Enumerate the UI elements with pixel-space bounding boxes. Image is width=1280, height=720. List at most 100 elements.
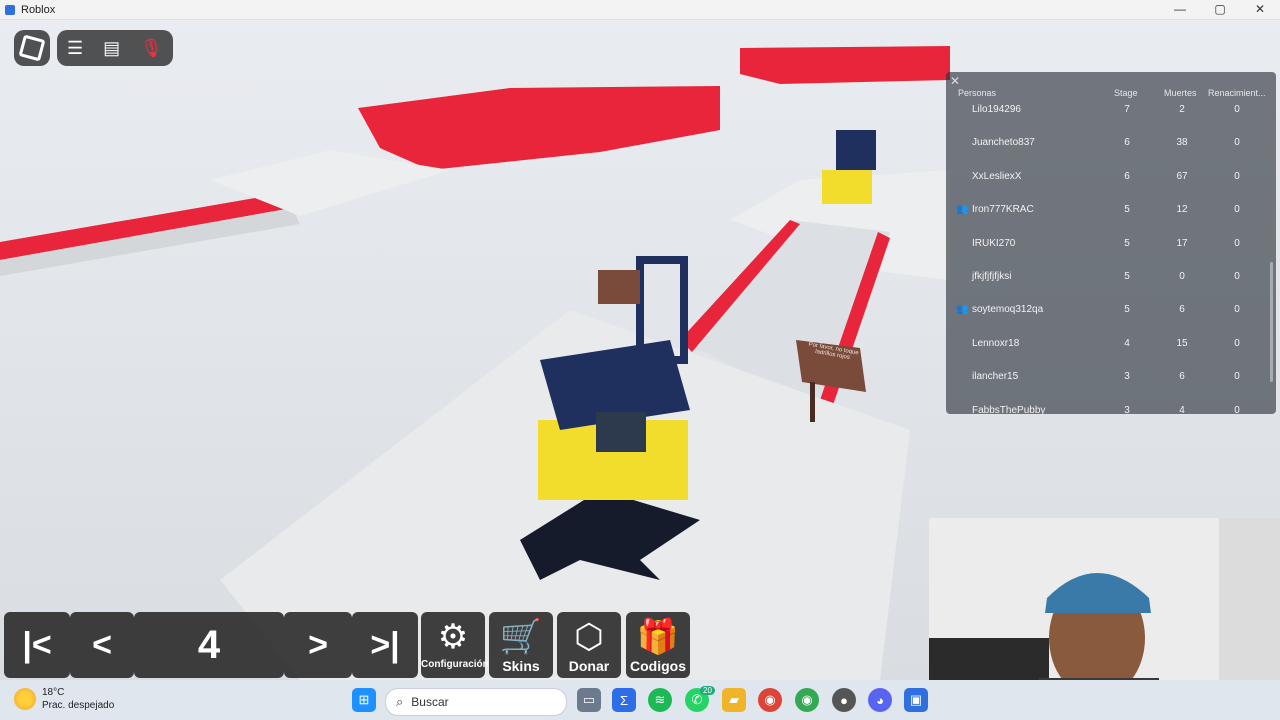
player-muertes: 17 — [1176, 237, 1188, 249]
roblox-taskbar-icon[interactable]: ▣ — [904, 688, 928, 712]
player-muertes: 6 — [1179, 304, 1185, 316]
player-muertes: 0 — [1179, 271, 1185, 282]
prev-stage-button[interactable]: < — [70, 612, 134, 678]
leaderboard-row[interactable]: Lennoxr18 4 15 0 — [946, 337, 1268, 370]
red-brick-block — [358, 86, 720, 170]
weather-widget[interactable]: 18°C Prac. despejado — [14, 686, 114, 712]
player-stage: 5 — [1124, 204, 1130, 216]
maximize-button[interactable]: ▢ — [1200, 0, 1240, 19]
header-renacimiento: Renacimient... — [1208, 88, 1266, 98]
whatsapp-badge: 20 — [700, 686, 715, 695]
player-renacimiento: 0 — [1234, 104, 1240, 115]
player-name: jfkjfjfjfjksi — [972, 271, 1012, 282]
player-stage: 5 — [1124, 304, 1130, 316]
player-stage: 3 — [1124, 371, 1130, 383]
player-muertes: 12 — [1176, 204, 1188, 216]
player-renacimiento: 0 — [1234, 204, 1240, 216]
player-muertes: 38 — [1176, 137, 1188, 149]
file-explorer-icon[interactable]: ▰ — [722, 688, 746, 712]
player-muertes: 67 — [1176, 170, 1188, 182]
windows-start-icon[interactable]: ⊞ — [352, 688, 376, 712]
player-stage: 4 — [1124, 337, 1130, 349]
player-name: Juancheto837 — [972, 137, 1035, 149]
donar-button[interactable]: ⬡ Donar — [557, 612, 621, 678]
cart-icon: 🛒 — [499, 618, 543, 656]
recorder-icon[interactable]: ● — [832, 688, 856, 712]
gear-icon: ⚙ — [437, 618, 469, 656]
robux-icon: ⬡ — [574, 618, 604, 656]
discord-icon[interactable]: ◕ — [868, 688, 892, 712]
leaderboard-row[interactable]: FabbsThePubby 3 4 0 — [946, 404, 1268, 414]
player-name: XxLesliexX — [972, 170, 1022, 182]
leaderboard-row[interactable]: 👥 soytemoq312qa 5 6 0 — [946, 303, 1268, 336]
player-renacimiento: 0 — [1234, 237, 1240, 249]
forklift-seat — [596, 412, 646, 452]
last-stage-button[interactable]: >| — [352, 612, 418, 678]
leaderboard-row[interactable]: IRUKI270 5 17 0 — [946, 237, 1268, 270]
first-stage-button[interactable]: |< — [4, 612, 70, 678]
codigos-label: Codigos — [630, 658, 686, 674]
sign-small — [598, 270, 640, 304]
config-button[interactable]: ⚙ Configuración — [421, 612, 489, 678]
player-name: IRUKI270 — [972, 237, 1016, 249]
leaderboard-row[interactable]: XxLesliexX 6 67 0 — [946, 170, 1268, 203]
task-view-icon[interactable]: ▭ — [577, 688, 601, 712]
player-renacimiento: 0 — [1234, 337, 1240, 349]
chrome-icon[interactable]: ◉ — [758, 688, 782, 712]
leaderboard-row[interactable]: Lilo194296 7 2 0 — [946, 103, 1268, 136]
roblox-app-icon — [5, 4, 15, 15]
leaderboard-scrollbar[interactable] — [1270, 262, 1273, 382]
player-muertes: 15 — [1176, 337, 1188, 349]
window-title: Roblox — [21, 3, 56, 16]
player-stage: 7 — [1124, 104, 1130, 115]
title-bar: Roblox — ▢ ✕ — [0, 0, 1280, 20]
friends-icon: 👥 — [956, 304, 969, 316]
forklift-far — [822, 170, 872, 204]
close-button[interactable]: ✕ — [1240, 0, 1280, 19]
hud-controls: ☰ ▤ 🎙 — [57, 30, 173, 66]
player-renacimiento: 0 — [1234, 304, 1240, 316]
player-stage: 6 — [1124, 170, 1130, 182]
next-stage-button[interactable]: > — [284, 612, 352, 678]
player-muertes: 2 — [1179, 104, 1185, 115]
player-name: ilancher15 — [972, 371, 1019, 383]
skins-label: Skins — [502, 658, 540, 674]
skins-button[interactable]: 🛒 Skins — [489, 612, 553, 678]
leaderboard-row[interactable]: ilancher15 3 6 0 — [946, 370, 1268, 403]
leaderboard-row[interactable]: jfkjfjfjfjksi 5 0 0 — [946, 270, 1268, 303]
player-name: Lennoxr18 — [972, 337, 1020, 349]
codigos-button[interactable]: 🎁 Codigos — [626, 612, 690, 678]
leaderboard: ✕ Personas Stage Muertes Renacimient... … — [946, 72, 1276, 414]
weather-icon — [14, 688, 36, 710]
player-renacimiento: 0 — [1234, 371, 1240, 383]
player-renacimiento: 0 — [1234, 404, 1240, 414]
chrome-profile-icon[interactable]: ◉ — [795, 688, 819, 712]
chat-icon[interactable]: ▤ — [103, 38, 120, 59]
header-stage: Stage — [1114, 88, 1138, 98]
app-sigma-icon[interactable]: Σ — [612, 688, 636, 712]
player-renacimiento: 0 — [1234, 170, 1240, 182]
weather-desc: Prac. despejado — [42, 700, 115, 711]
leaderboard-row[interactable]: 👥 Iron777KRAC 5 12 0 — [946, 203, 1268, 236]
leaderboard-row[interactable]: Juancheto837 6 38 0 — [946, 136, 1268, 169]
roblox-menu-button[interactable] — [14, 30, 50, 66]
hamburger-icon[interactable]: ☰ — [67, 38, 83, 59]
leaderboard-close-icon[interactable]: ✕ — [950, 74, 960, 88]
spotify-icon[interactable]: ≋ — [648, 688, 672, 712]
player-stage: 6 — [1124, 137, 1130, 149]
friends-icon: 👥 — [956, 204, 969, 216]
player-renacimiento: 0 — [1234, 271, 1240, 282]
minimize-button[interactable]: — — [1160, 0, 1200, 19]
player-renacimiento: 0 — [1234, 137, 1240, 149]
player-name: Iron777KRAC — [972, 204, 1034, 216]
roblox-menu-icon — [18, 34, 46, 62]
player-muertes: 4 — [1179, 404, 1185, 414]
taskbar-search[interactable]: ⌕ Buscar — [385, 688, 567, 716]
header-muertes: Muertes — [1164, 88, 1197, 98]
donar-label: Donar — [568, 658, 610, 674]
config-label: Configuración — [421, 659, 489, 670]
windows-taskbar: 18°C Prac. despejado — [0, 680, 1280, 720]
player-stage: 5 — [1124, 271, 1130, 282]
microphone-icon[interactable]: 🎙 — [140, 38, 163, 59]
weather-temp: 18°C — [42, 687, 65, 698]
